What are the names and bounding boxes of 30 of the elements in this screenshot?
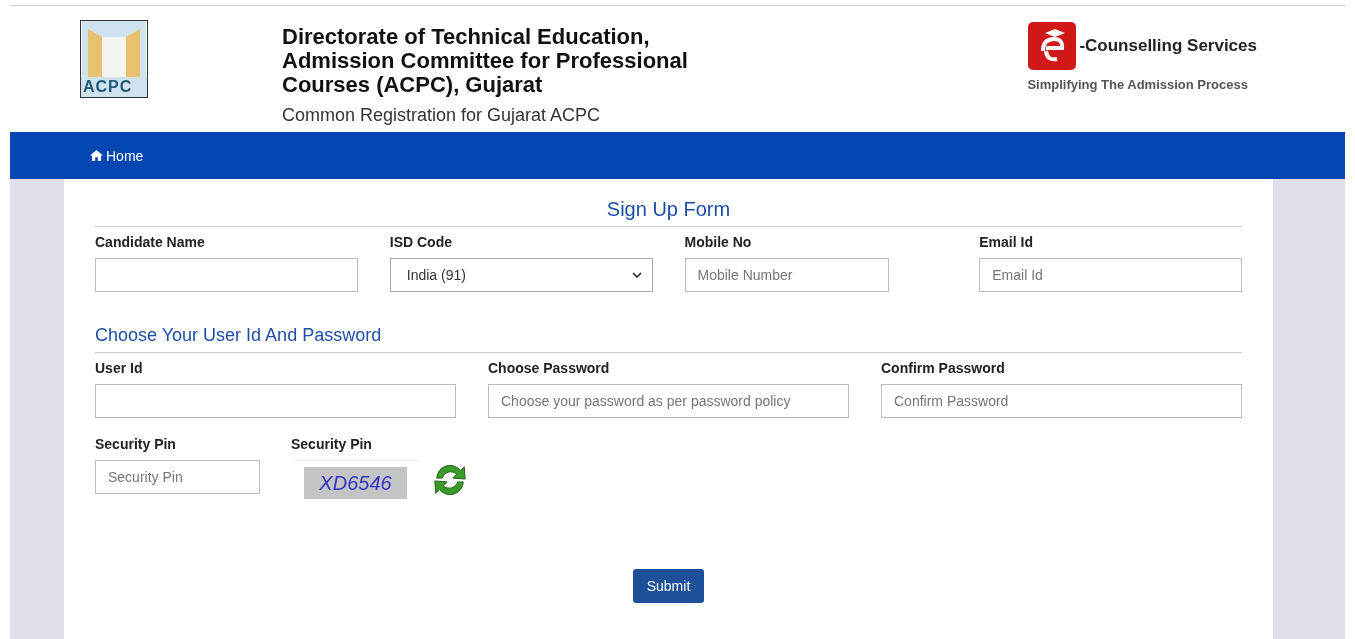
input-field[interactable]: Email Id (979, 258, 1242, 292)
field-label: Security Pin (291, 436, 373, 452)
field-label: Email Id (979, 234, 1034, 250)
caret-icon (631, 272, 642, 278)
field-label: Choose Password (488, 360, 611, 376)
field-label: Mobile No (684, 234, 753, 250)
input-field[interactable] (95, 384, 456, 418)
isd-select[interactable]: India (91) (389, 258, 653, 292)
home-link[interactable]: Home (90, 147, 144, 164)
field-label: Candidate Name (95, 234, 206, 250)
field-label: ISD Code (389, 234, 453, 250)
acpc-logo: ACPC (80, 20, 148, 98)
e-logo-icon (1027, 21, 1078, 71)
site-title: Directorate of Technical Education, Admission Committee for Professional Courses (ACPC), Gujarat (282, 25, 689, 97)
input-field[interactable]: Security Pin (95, 460, 260, 494)
brand-tagline: Simplifying The Admission Process (1027, 77, 1249, 92)
form-title: Sign Up Form (95, 179, 1242, 227)
site-subtitle: Common Registration for Gujarat ACPC (282, 105, 602, 126)
input-field[interactable]: Choose your password as per password policy (488, 384, 849, 418)
input-field[interactable]: Confirm Password (881, 384, 1242, 418)
input-field[interactable] (95, 258, 358, 292)
field-label: User Id (95, 360, 144, 376)
home-icon (90, 150, 103, 161)
captcha-image: XD6546 (304, 467, 407, 499)
field-label: Security Pin (95, 436, 177, 452)
section-heading: Choose Your User Id And Password (95, 316, 1242, 353)
brand-name: -Counselling Services (1079, 36, 1257, 56)
field-label: Confirm Password (881, 360, 1006, 376)
input-field[interactable]: Mobile Number (684, 258, 890, 292)
submit-button[interactable]: Submit (632, 569, 705, 603)
